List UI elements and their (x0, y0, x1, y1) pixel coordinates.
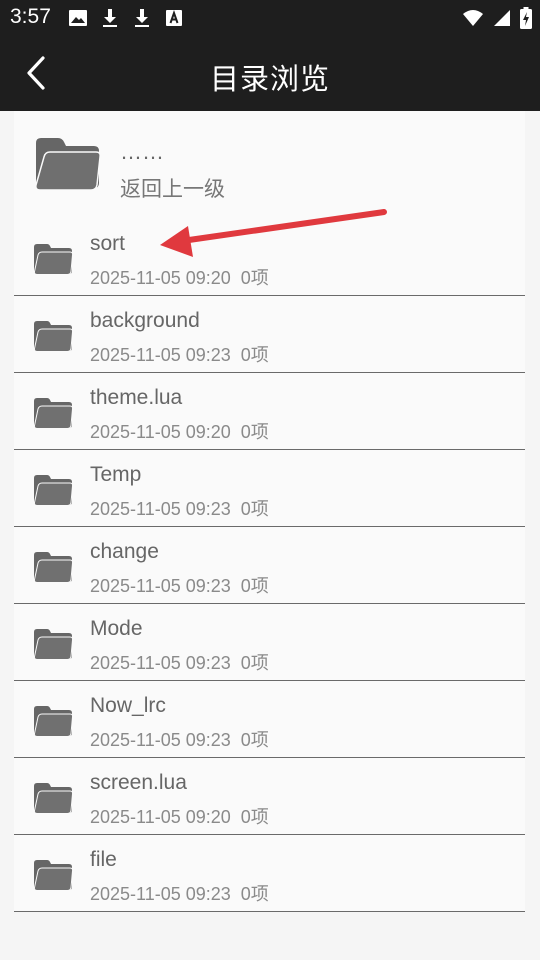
folder-meta: 2025-11-05 09:23 0项 (90, 495, 269, 521)
page-title: 目录浏览 (209, 62, 330, 96)
parent-directory-item[interactable]: …… 返回上一级 (14, 111, 525, 219)
directory-browser: …… 返回上一级 sort 2025-11-05 09:20 0项 backgroun… (0, 111, 540, 960)
folder-date: 2025-11-05 09:23 (90, 345, 231, 365)
folder-meta: 2025-11-05 09:23 0项 (90, 726, 269, 752)
folder-meta: 2025-11-05 09:23 0项 (90, 880, 269, 906)
folder-date: 2025-11-05 09:20 (90, 268, 231, 288)
folder-row[interactable]: sort 2025-11-05 09:20 0项 (14, 219, 525, 296)
folder-icon (33, 321, 74, 352)
file-list: sort 2025-11-05 09:20 0项 background 2025-11-… (14, 219, 525, 912)
folder-item-count: 0项 (240, 499, 269, 519)
battery-icon (520, 7, 532, 29)
folder-item-count: 0项 (240, 576, 269, 596)
folder-name: sort (90, 232, 126, 255)
wifi-icon (463, 10, 483, 26)
folder-name: background (90, 309, 200, 332)
parent-label: 返回上一级 (120, 177, 225, 201)
folder-date: 2025-11-05 09:23 (90, 730, 231, 750)
status-time: 3:57 (10, 5, 51, 28)
folder-date: 2025-11-05 09:20 (90, 807, 231, 827)
folder-date: 2025-11-05 09:23 (90, 499, 231, 519)
folder-icon (33, 629, 74, 660)
folder-item-count: 0项 (240, 807, 269, 827)
folder-row[interactable]: file 2025-11-05 09:23 0项 (14, 835, 525, 912)
folder-item-count: 0项 (240, 884, 269, 904)
status-bar: 3:57 (0, 0, 540, 36)
folder-icon (33, 244, 74, 275)
folder-name: change (90, 540, 159, 563)
folder-icon (33, 552, 74, 583)
folder-meta: 2025-11-05 09:20 0项 (90, 264, 269, 290)
folder-meta: 2025-11-05 09:23 0项 (90, 649, 269, 675)
folder-name: theme.lua (90, 386, 183, 409)
folder-item-count: 0项 (240, 730, 269, 750)
image-icon (69, 10, 87, 26)
folder-meta: 2025-11-05 09:20 0项 (90, 418, 269, 444)
notification-icons (68, 8, 184, 28)
folder-row[interactable]: change 2025-11-05 09:23 0项 (14, 527, 525, 604)
download-icon (135, 9, 149, 27)
folder-date: 2025-11-05 09:23 (90, 884, 231, 904)
folder-meta: 2025-11-05 09:23 0项 (90, 572, 269, 598)
folder-icon (33, 398, 74, 429)
folder-row[interactable]: background 2025-11-05 09:23 0项 (14, 296, 525, 373)
folder-date: 2025-11-05 09:23 (90, 576, 231, 596)
folder-icon (33, 783, 74, 814)
folder-row[interactable]: Now_lrc 2025-11-05 09:23 0项 (14, 681, 525, 758)
folder-date: 2025-11-05 09:23 (90, 653, 231, 673)
folder-date: 2025-11-05 09:20 (90, 422, 231, 442)
folder-name: Now_lrc (90, 694, 166, 717)
folder-row[interactable]: screen.lua 2025-11-05 09:20 0项 (14, 758, 525, 835)
folder-name: file (90, 848, 117, 871)
folder-row[interactable]: Temp 2025-11-05 09:23 0项 (14, 450, 525, 527)
parent-dots: …… (120, 139, 164, 164)
folder-item-count: 0项 (240, 653, 269, 673)
folder-meta: 2025-11-05 09:20 0项 (90, 803, 269, 829)
folder-name: Mode (90, 617, 143, 640)
folder-icon (33, 475, 74, 506)
folder-name: screen.lua (90, 771, 187, 794)
folder-item-count: 0项 (240, 422, 269, 442)
signal-icon (494, 10, 510, 26)
folder-item-count: 0项 (240, 345, 269, 365)
folder-row[interactable]: theme.lua 2025-11-05 09:20 0项 (14, 373, 525, 450)
system-icons (462, 7, 532, 29)
folder-icon (33, 860, 74, 891)
folder-meta: 2025-11-05 09:23 0项 (90, 341, 269, 367)
font-icon (166, 9, 182, 26)
folder-name: Temp (90, 463, 142, 486)
app-bar: 目录浏览 (0, 36, 540, 111)
folder-item-count: 0项 (240, 268, 269, 288)
download-icon (103, 9, 117, 27)
folder-row[interactable]: Mode 2025-11-05 09:23 0项 (14, 604, 525, 681)
folder-icon (35, 138, 101, 191)
folder-icon (33, 706, 74, 737)
